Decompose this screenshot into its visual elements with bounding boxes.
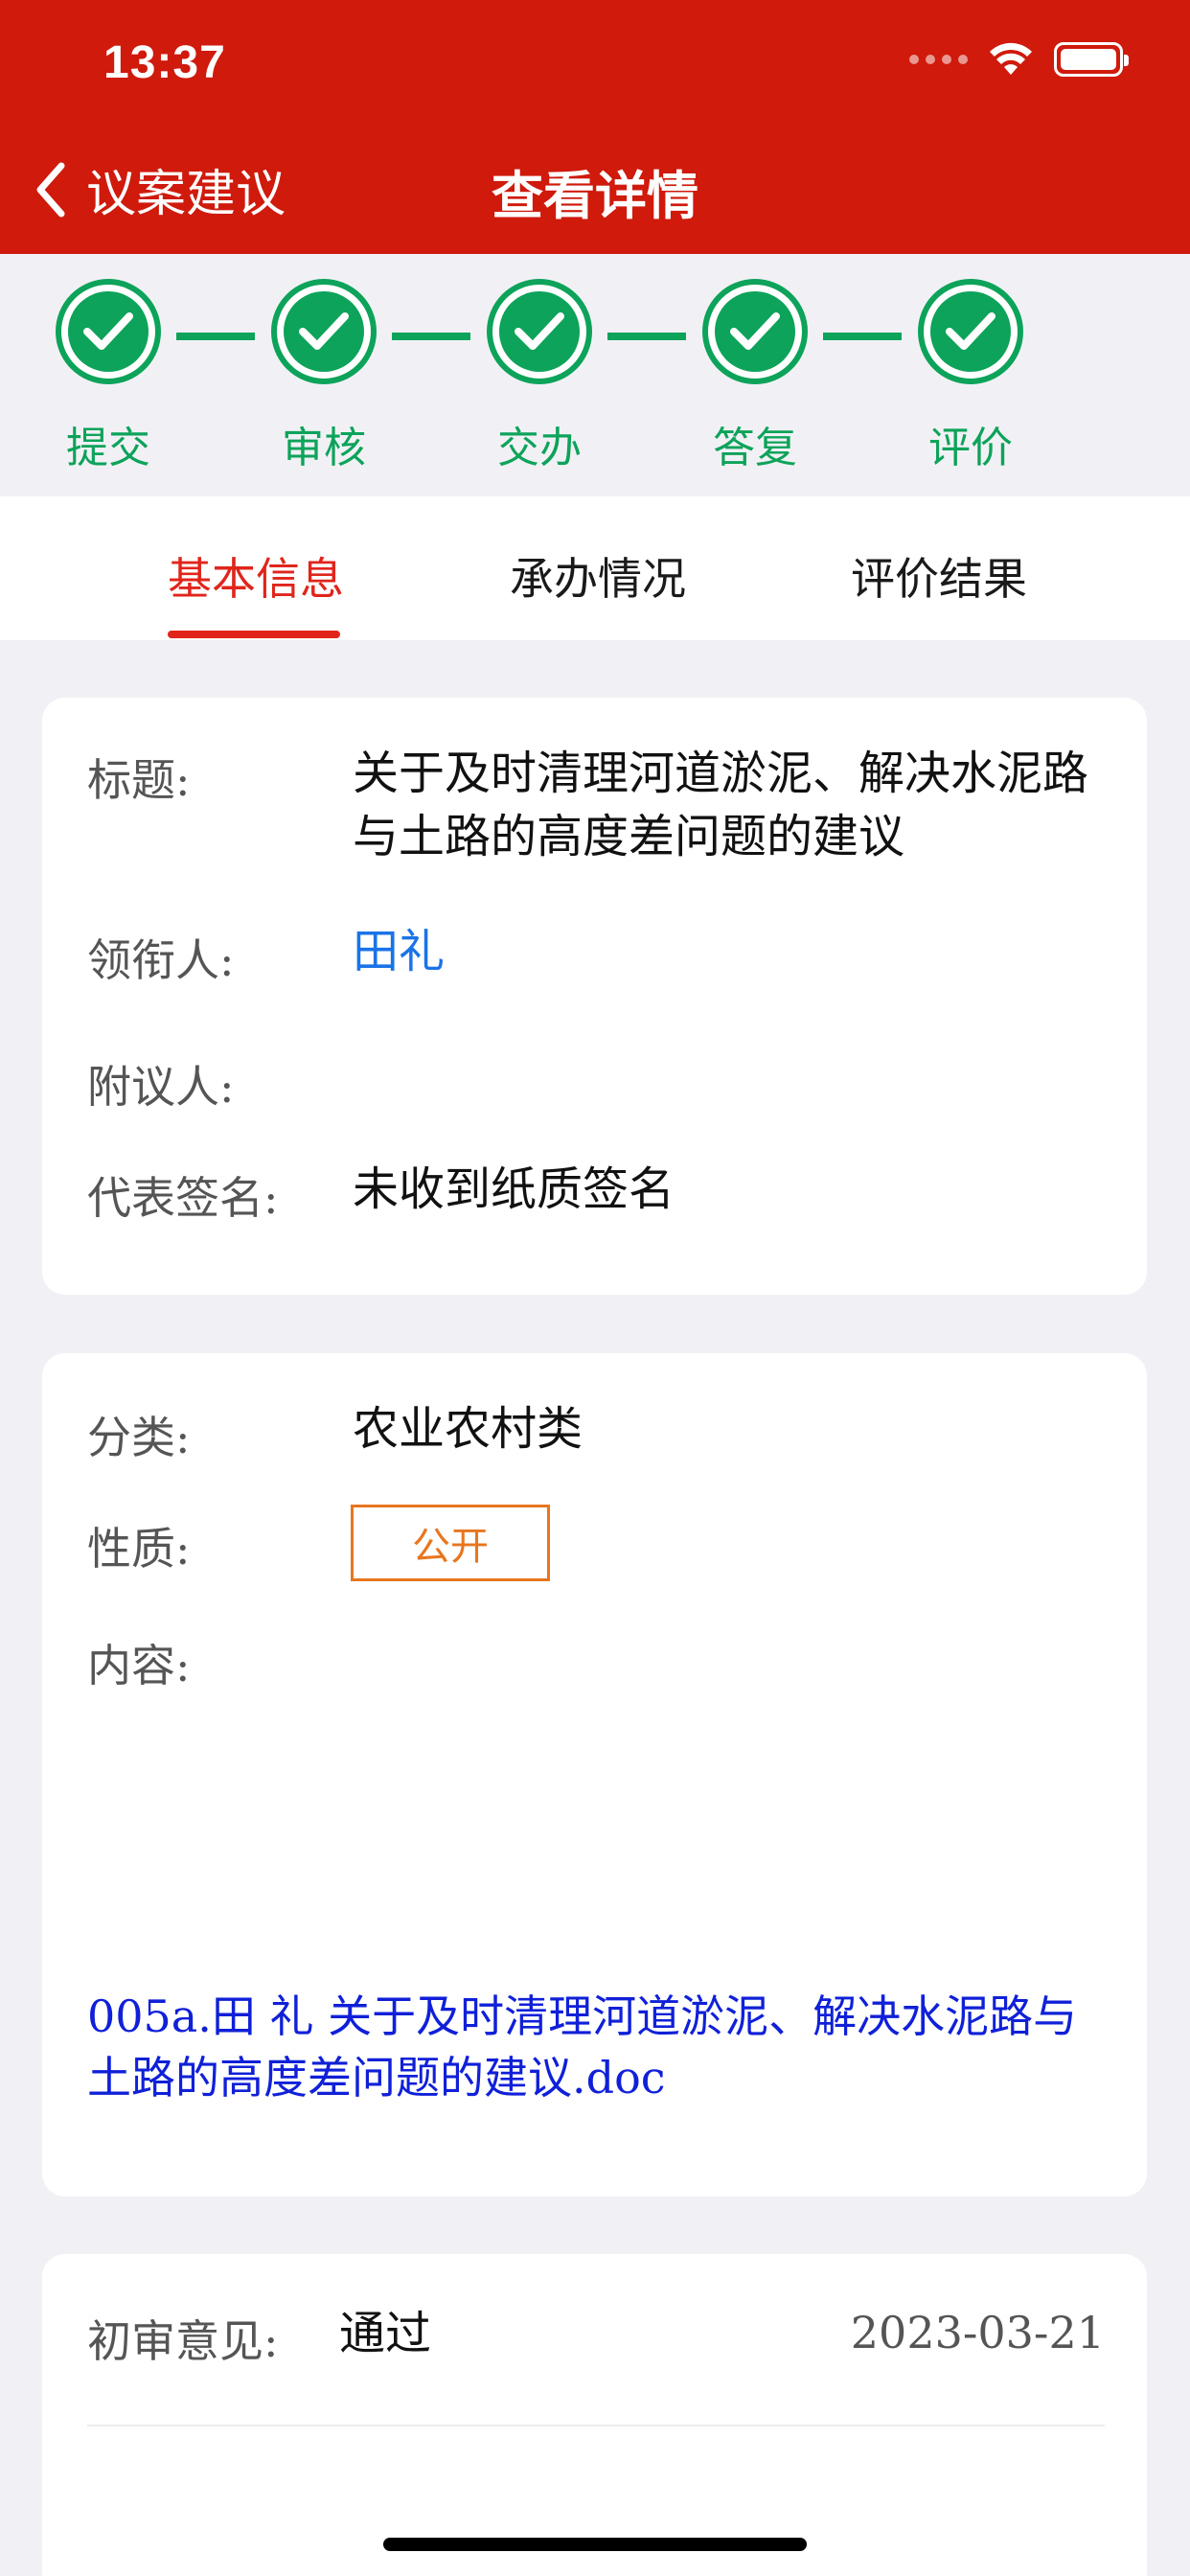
step-reply: 答复	[702, 279, 808, 474]
battery-icon	[1054, 42, 1129, 77]
detail-card: 分类: 农业农村类 性质: 公开 内容: 005a.田 礼 关于及时清理河道淤泥…	[42, 1353, 1147, 2196]
cellular-signal-icon	[909, 55, 968, 64]
check-icon	[946, 312, 995, 350]
tab-bar: 基本信息 承办情况 评价结果	[0, 496, 1190, 640]
step-connector	[607, 333, 686, 340]
check-icon	[515, 312, 564, 350]
leader-label: 领衔人:	[87, 934, 235, 986]
home-indicator[interactable]	[383, 2538, 807, 2551]
signature-value: 未收到纸质签名	[353, 1162, 675, 1216]
cosigner-label: 附议人:	[87, 1061, 235, 1113]
step-connector	[392, 333, 470, 340]
active-tab-indicator	[168, 631, 340, 638]
step-label: 提交	[66, 424, 150, 472]
status-icons	[909, 42, 1129, 77]
review-value: 通过	[339, 2307, 432, 2360]
leader-value[interactable]: 田礼	[353, 920, 445, 983]
tab-handling-status[interactable]: 承办情况	[510, 544, 686, 608]
step-review: 审核	[271, 279, 377, 474]
attachment-link[interactable]: 005a.田 礼 关于及时清理河道淤泥、解决水泥路与土路的高度差问题的建议.do…	[87, 1986, 1112, 2108]
review-label: 初审意见:	[87, 2315, 279, 2367]
check-icon	[299, 312, 349, 350]
category-label: 分类:	[87, 1412, 191, 1463]
category-value: 农业农村类	[353, 1402, 584, 1456]
status-time: 13:37	[103, 37, 226, 88]
progress-steps: 提交 审核 交办 答复 评价	[0, 254, 1190, 496]
content-label: 内容:	[87, 1640, 191, 1691]
nature-badge: 公开	[351, 1505, 550, 1581]
wifi-icon	[990, 42, 1032, 75]
review-card: 初审意见: 通过 2023-03-21	[42, 2254, 1147, 2576]
step-submit: 提交	[56, 279, 161, 474]
step-assign: 交办	[487, 279, 592, 474]
title-value: 关于及时清理河道淤泥、解决水泥路与土路的高度差问题的建议	[353, 747, 1089, 863]
check-icon	[83, 312, 133, 350]
tab-evaluation-result[interactable]: 评价结果	[851, 544, 1027, 608]
step-label: 评价	[928, 424, 1013, 472]
step-evaluate: 评价	[918, 279, 1023, 474]
page-title: 查看详情	[492, 166, 698, 226]
check-icon	[730, 312, 780, 350]
step-label: 答复	[713, 424, 797, 472]
app-header: 13:37 议案建议 查看详情	[0, 0, 1190, 254]
basic-info-card: 标题: 关于及时清理河道淤泥、解决水泥路与土路的高度差问题的建议 领衔人: 田礼…	[42, 698, 1147, 1295]
step-connector	[176, 333, 255, 340]
title-label: 标题:	[87, 754, 191, 806]
step-connector	[823, 333, 902, 340]
tab-basic-info[interactable]: 基本信息	[168, 544, 344, 608]
step-label: 交办	[497, 424, 582, 472]
signature-label: 代表签名:	[87, 1172, 279, 1224]
divider	[87, 2425, 1105, 2426]
step-label: 审核	[282, 424, 366, 472]
review-date: 2023-03-21	[850, 2307, 1105, 2358]
nature-label: 性质:	[87, 1523, 191, 1575]
